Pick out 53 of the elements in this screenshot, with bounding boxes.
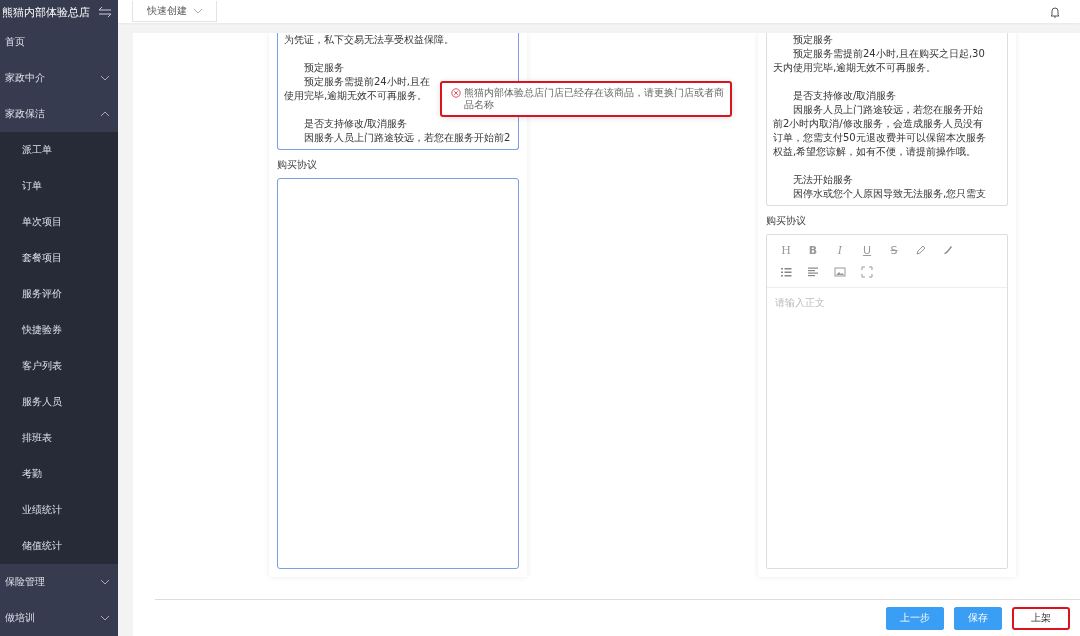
field-label: 购买协议 <box>766 214 807 228</box>
chevron-icon <box>100 75 110 81</box>
description-box[interactable]: 预定服务 预定服务需提前24小时,且在购买之日起,30 天内使用完毕,逾期无效不可再服务。 是否支持修改/取消服务 因服务人员上门路途较远，若您在服务开始 前2小时内取消/修改服务，会造成服务人员没有 订单，您需支付50元退改费并可以保留本次服务 权益,希望您谅解，如有不便，请提前操作哦。 无法开始服务 因停水或您个人原因导致无法服务,您只需支 <box>766 33 1008 206</box>
sidebar-subitem[interactable]: 订单 <box>0 168 118 204</box>
description-line: 因服务人员上门路途较远，若您在服务开始前2 <box>304 131 511 145</box>
description-line: 权益,希望您谅解，如有不便，请提前操作哦。 <box>773 145 977 159</box>
sidebar-subitem[interactable]: 服务人员 <box>0 384 118 420</box>
store-title: 熊猫内部体验总店 <box>2 4 90 20</box>
sidebar-subitem[interactable]: 考勤 <box>0 456 118 492</box>
sidebar-subitem[interactable]: 客户列表 <box>0 348 118 384</box>
description-line: 天内使用完毕,逾期无效不可再服务。 <box>773 61 937 75</box>
align-icon[interactable] <box>806 265 820 279</box>
sidebar-subitem[interactable]: 储值统计 <box>0 528 118 564</box>
chevron-icon <box>100 111 110 117</box>
sidebar-item[interactable]: 家政保洁 <box>0 96 118 132</box>
description-line: 预定服务 <box>793 33 833 47</box>
pen-icon[interactable] <box>914 243 928 257</box>
description-line: 因服务人员上门路途较远，若您在服务开始 <box>793 103 983 117</box>
collapse-icon[interactable] <box>98 6 112 18</box>
sidebar-subitem[interactable]: 派工单 <box>0 132 118 168</box>
fullscreen-icon[interactable] <box>860 265 874 279</box>
field-label: 购买协议 <box>277 158 318 172</box>
sidebar-subitem[interactable]: 服务评价 <box>0 276 118 312</box>
description-line: 前2小时内取消/修改服务，会造成服务人员没有 <box>773 117 983 131</box>
sidebar-item[interactable]: 保险管理 <box>0 564 118 600</box>
sidebar-item[interactable]: 家政中介 <box>0 60 118 96</box>
description-line: 预定服务需提前24小时,且在购买之日起,30 <box>793 47 985 61</box>
error-icon <box>451 88 461 98</box>
description-line: 订单，您需支付50元退改费并可以保留本次服务 <box>773 131 986 145</box>
caret-icon <box>192 8 203 14</box>
sidebar-subitem[interactable]: 业绩统计 <box>0 492 118 528</box>
chevron-icon <box>100 579 110 585</box>
description-line: 为凭证，私下交易无法享受权益保障。 <box>284 33 454 47</box>
sidebar-subitem[interactable]: 排班表 <box>0 420 118 456</box>
description-line: 使用完毕,逾期无效不可再服务。 <box>284 89 428 103</box>
sidebar-item[interactable]: 做培训 <box>0 600 118 636</box>
sidebar-subitem[interactable]: 快捷验券 <box>0 312 118 348</box>
footer-button[interactable]: 上架 <box>1012 606 1070 630</box>
list-icon[interactable] <box>779 265 793 279</box>
description-line: 预定服务需提前24小时,且在 <box>304 75 430 89</box>
sidebar-item[interactable]: 首页 <box>0 24 118 60</box>
chevron-icon <box>100 615 110 621</box>
description-line: 预定服务 <box>304 61 344 75</box>
quick-create-dropdown[interactable]: 快速创建 <box>132 1 217 22</box>
image-icon[interactable] <box>833 265 847 279</box>
sidebar-subitem[interactable]: 套餐项目 <box>0 240 118 276</box>
description-line: 是否支持修改/取消服务 <box>793 89 897 103</box>
brush-icon[interactable] <box>941 243 955 257</box>
description-line: 是否支持修改/取消服务 <box>304 117 408 131</box>
description-line: 因停水或您个人原因导致无法服务,您只需支 <box>793 187 987 201</box>
sidebar-subitem[interactable]: 单次项目 <box>0 204 118 240</box>
bell-icon[interactable] <box>1050 5 1060 18</box>
description-line: 无法开始服务 <box>793 173 853 187</box>
